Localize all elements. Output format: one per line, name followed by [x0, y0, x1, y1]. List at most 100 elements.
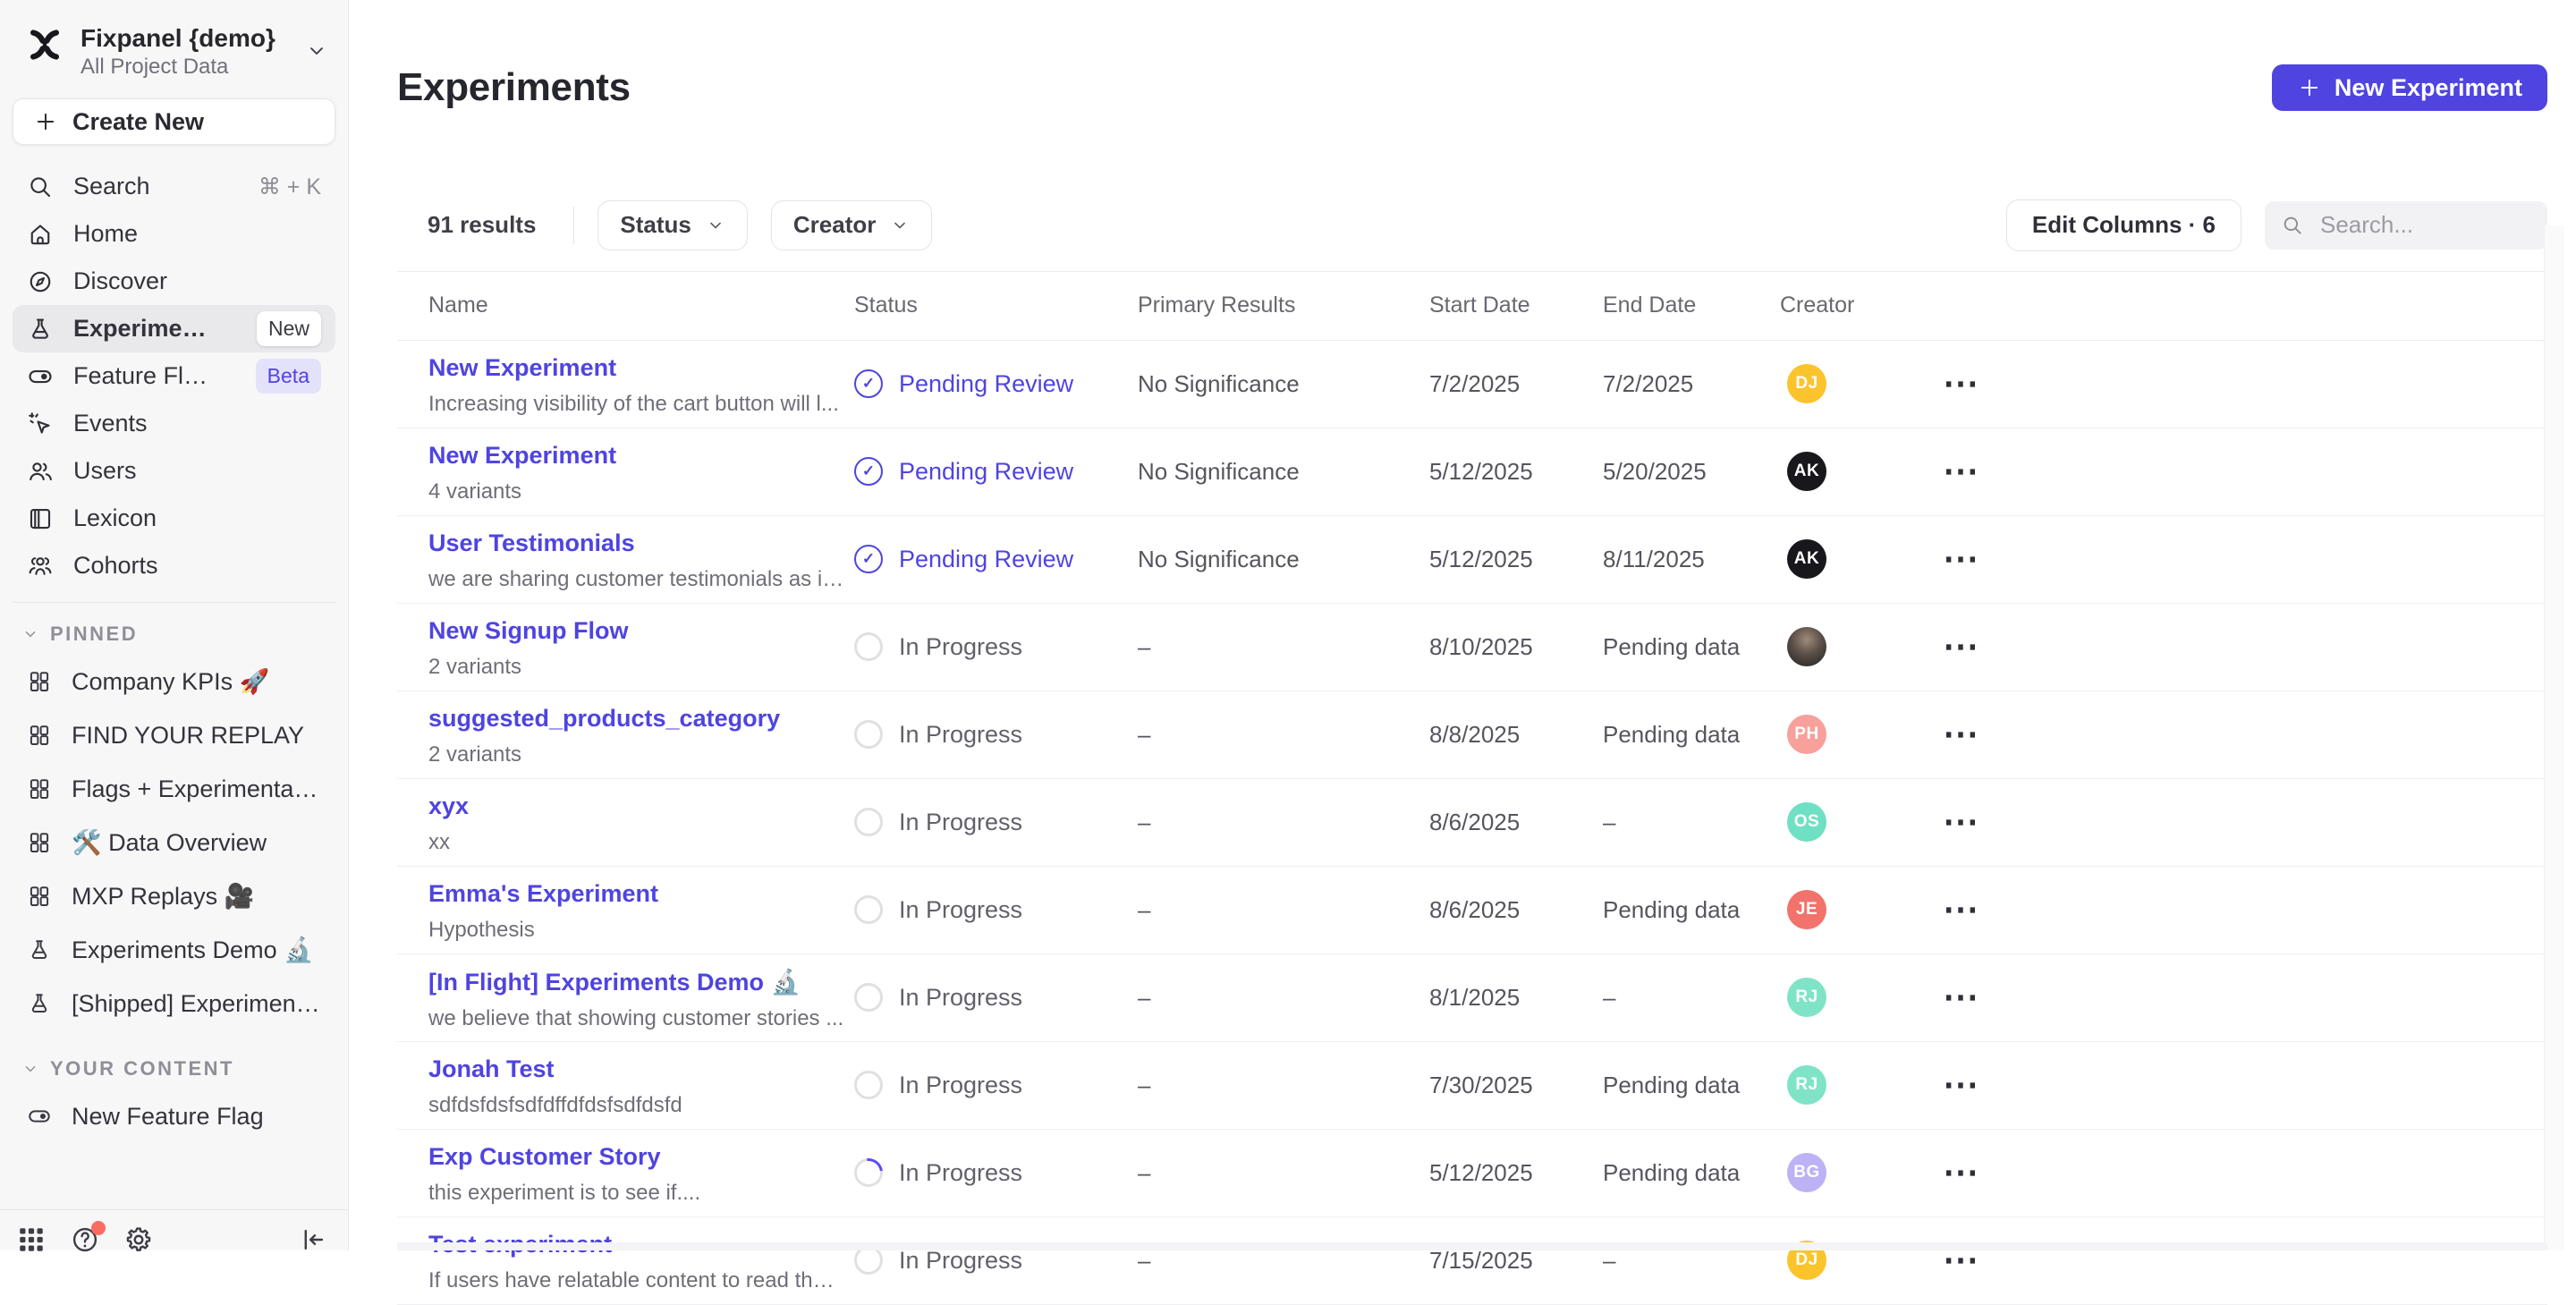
results-count: 91 results: [397, 211, 536, 239]
experiment-name-link[interactable]: User Testimonials: [428, 530, 835, 557]
table-row[interactable]: Emma's Experiment Hypothesis In Progress…: [397, 867, 2547, 954]
nav-item-icon: [27, 316, 54, 343]
sidebar-nav-item[interactable]: Events: [13, 400, 335, 447]
filter-chip[interactable]: Creator: [771, 200, 932, 250]
experiment-name-link[interactable]: xyx: [428, 792, 835, 820]
pinned-item[interactable]: 🛠️ Data Overview: [13, 816, 335, 869]
chevron-down-icon: [706, 216, 725, 235]
more-menu-icon[interactable]: [1932, 1063, 2005, 1107]
status-cell: Pending Review: [854, 457, 1138, 486]
pinned-item[interactable]: Experiments Demo 🔬: [13, 923, 335, 977]
sidebar-nav-item[interactable]: Lexicon: [13, 495, 335, 542]
sidebar-nav-item[interactable]: Discover: [13, 258, 335, 305]
sidebar-nav-item[interactable]: Search ⌘ + K: [13, 163, 335, 210]
experiment-name-link[interactable]: New Experiment: [428, 442, 835, 470]
sidebar-nav-item[interactable]: Home: [13, 210, 335, 258]
table-row[interactable]: New Experiment 4 variants Pending Review…: [397, 428, 2547, 516]
name-cell: suggested_products_category 2 variants: [428, 691, 854, 767]
status-label: In Progress: [899, 1072, 1022, 1099]
experiment-name-link[interactable]: New Signup Flow: [428, 617, 835, 645]
table-scrollbar[interactable]: [2544, 225, 2564, 1250]
pinned-item-icon: [27, 884, 52, 909]
workspace-switcher[interactable]: Fixpanel {demo} All Project Data: [0, 0, 348, 81]
row-menu-cell: [1932, 975, 2547, 1020]
your-content-section-header[interactable]: YOUR CONTENT: [13, 1057, 335, 1080]
experiment-name-link[interactable]: Jonah Test: [428, 1055, 835, 1083]
status-cell: In Progress: [854, 720, 1138, 749]
pinned-item-icon: [27, 991, 52, 1016]
table-row[interactable]: xyx xx In Progress – 8/6/2025 – OS: [397, 779, 2547, 867]
name-cell: User Testimonials we are sharing custome…: [428, 516, 854, 592]
column-header-name: Name: [428, 292, 854, 318]
your-content-item[interactable]: New Feature Flag: [13, 1089, 335, 1143]
end-date-cell: 8/11/2025: [1603, 546, 1780, 573]
status-label: In Progress: [899, 721, 1022, 749]
table-row[interactable]: [In Flight] Experiments Demo 🔬 we believ…: [397, 954, 2547, 1042]
end-date-cell: Pending data: [1603, 1072, 1780, 1099]
table-row[interactable]: New Signup Flow 2 variants In Progress –…: [397, 604, 2547, 691]
name-cell: [In Flight] Experiments Demo 🔬 we believ…: [428, 954, 854, 1031]
table-row[interactable]: Test experiment If users have relatable …: [397, 1217, 2547, 1305]
pinned-section-title: PINNED: [50, 623, 138, 646]
experiment-name-link[interactable]: suggested_products_category: [428, 705, 835, 733]
experiments-table: Name Status Primary Results Start Date E…: [397, 271, 2547, 1305]
pinned-section-header[interactable]: PINNED: [13, 623, 335, 646]
more-menu-icon[interactable]: [1932, 537, 2005, 581]
avatar: JE: [1787, 890, 1826, 929]
your-content-section-title: YOUR CONTENT: [50, 1057, 234, 1080]
name-cell: xyx xx: [428, 779, 854, 855]
pinned-item[interactable]: Company KPIs 🚀: [13, 655, 335, 708]
pinned-item[interactable]: FIND YOUR REPLAY: [13, 708, 335, 762]
name-cell: Jonah Test sdfdsfdsfsdfdffdfdsfsdfdsfd: [428, 1042, 854, 1118]
new-experiment-button[interactable]: New Experiment: [2272, 64, 2547, 111]
filter-chip[interactable]: Status: [597, 200, 747, 250]
nav-item-label: Lexicon: [73, 504, 157, 532]
pinned-item[interactable]: MXP Replays 🎥: [13, 869, 335, 923]
primary-results-cell: –: [1138, 633, 1429, 661]
row-menu-cell: [1932, 449, 2547, 494]
avatar-initials: JE: [1796, 900, 1818, 919]
experiment-name-link[interactable]: [In Flight] Experiments Demo 🔬: [428, 968, 835, 996]
nav-item-icon: [27, 363, 54, 390]
avatar: AK: [1787, 539, 1826, 579]
pinned-item[interactable]: [Shipped] Experiments Demo 🖋️: [13, 977, 335, 1030]
end-date-cell: Pending data: [1603, 896, 1780, 924]
pinned-item[interactable]: Flags + Experimentation Demo: [13, 762, 335, 816]
sidebar-nav-item[interactable]: Experiments New: [13, 305, 335, 352]
experiment-subtitle: 4 variants: [428, 479, 844, 504]
table-row[interactable]: Jonah Test sdfdsfdsfsdfdffdfdsfsdfdsfd I…: [397, 1042, 2547, 1130]
row-menu-cell: [1932, 1063, 2547, 1107]
experiment-name-link[interactable]: Exp Customer Story: [428, 1143, 835, 1171]
nav-item-badge: New: [257, 311, 321, 346]
more-menu-icon[interactable]: [1932, 624, 2005, 669]
status-label: Pending Review: [899, 546, 1073, 573]
table-row[interactable]: Exp Customer Story this experiment is to…: [397, 1130, 2547, 1217]
chevron-down-icon: [305, 39, 328, 63]
more-menu-icon[interactable]: [1932, 800, 2005, 844]
avatar: DJ: [1787, 364, 1826, 403]
create-new-button[interactable]: Create New: [13, 98, 335, 145]
filter-chips: Status Creator: [574, 200, 932, 250]
edit-columns-button[interactable]: Edit Columns · 6: [2006, 199, 2241, 251]
more-menu-icon[interactable]: [1932, 361, 2005, 406]
sidebar-nav-item[interactable]: Users: [13, 447, 335, 495]
status-icon: [854, 808, 883, 836]
sidebar-nav-item[interactable]: Cohorts: [13, 542, 335, 589]
primary-results-cell: –: [1138, 1159, 1429, 1187]
pinned-item-label: Experiments Demo 🔬: [72, 936, 314, 964]
table-search-box[interactable]: [2265, 201, 2547, 250]
experiment-name-link[interactable]: New Experiment: [428, 354, 835, 382]
experiment-name-link[interactable]: Emma's Experiment: [428, 880, 835, 908]
more-menu-icon[interactable]: [1932, 712, 2005, 757]
workspace-name: Fixpanel {demo}: [80, 23, 275, 54]
chevron-down-icon: [21, 1060, 39, 1078]
table-row[interactable]: New Experiment Increasing visibility of …: [397, 341, 2547, 428]
more-menu-icon[interactable]: [1932, 975, 2005, 1020]
table-row[interactable]: suggested_products_category 2 variants I…: [397, 691, 2547, 779]
more-menu-icon[interactable]: [1932, 1150, 2005, 1195]
more-menu-icon[interactable]: [1932, 449, 2005, 494]
table-row[interactable]: User Testimonials we are sharing custome…: [397, 516, 2547, 604]
table-search-input[interactable]: [2318, 210, 2531, 240]
sidebar-nav-item[interactable]: Feature Flags Beta: [13, 352, 335, 400]
more-menu-icon[interactable]: [1932, 887, 2005, 932]
